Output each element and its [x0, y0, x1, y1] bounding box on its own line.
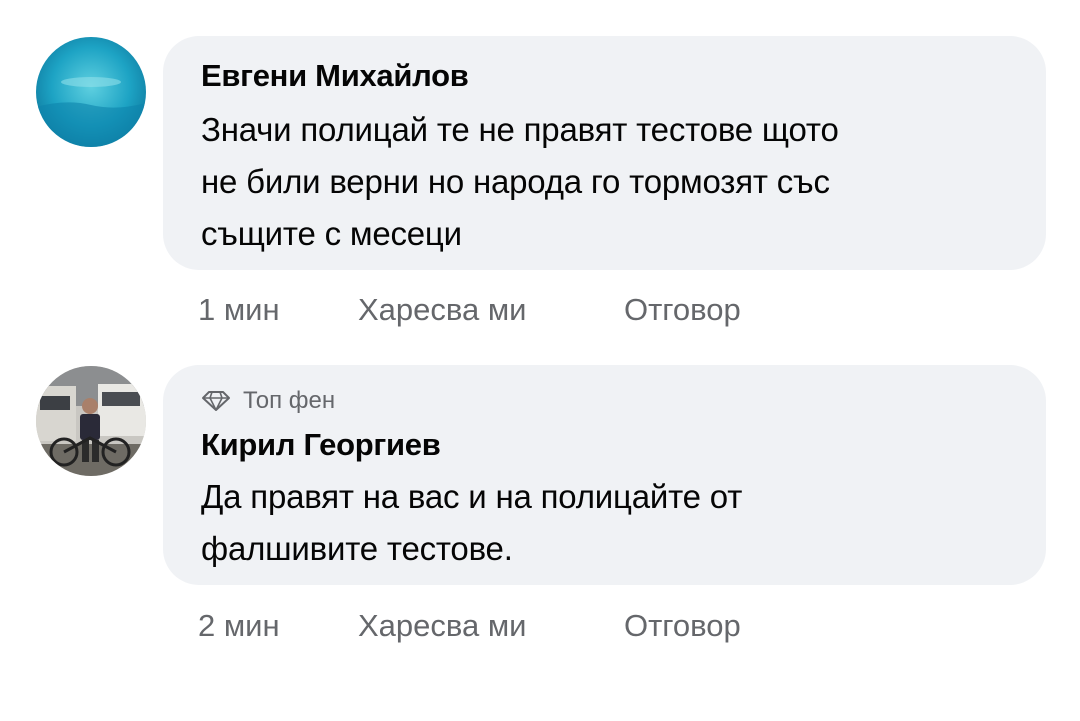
avatar[interactable] [36, 37, 146, 147]
comment-timestamp[interactable]: 1 мин [198, 292, 358, 328]
badge-label: Топ фен [243, 387, 336, 414]
comment-author[interactable]: Евгени Михайлов [201, 56, 1016, 96]
top-fan-badge: Топ фен [201, 387, 1016, 415]
reply-button[interactable]: Отговор [624, 292, 741, 328]
like-button[interactable]: Харесва ми [358, 292, 624, 328]
comment-actions: 1 мин Харесва ми Отговор [198, 290, 741, 330]
comment-text: Значи полицай те не правят тестове щото … [201, 111, 839, 252]
avatar[interactable] [36, 366, 146, 476]
comment-timestamp[interactable]: 2 мин [198, 608, 358, 644]
person-photo-avatar-icon [36, 366, 146, 476]
comment-author[interactable]: Кирил Георгиев [201, 425, 1016, 465]
comment-text: Да правят на вас и на полицайте от фалши… [201, 478, 743, 567]
like-button[interactable]: Харесва ми [358, 608, 624, 644]
comment-bubble: Топ фен Кирил Георгиев Да правят на вас … [163, 365, 1046, 585]
comment-actions: 2 мин Харесва ми Отговор [198, 606, 741, 646]
comment-bubble: Евгени Михайлов Значи полицай те не прав… [163, 36, 1046, 270]
reply-button[interactable]: Отговор [624, 608, 741, 644]
diamond-icon [201, 390, 231, 412]
ocean-avatar-icon [36, 37, 146, 147]
